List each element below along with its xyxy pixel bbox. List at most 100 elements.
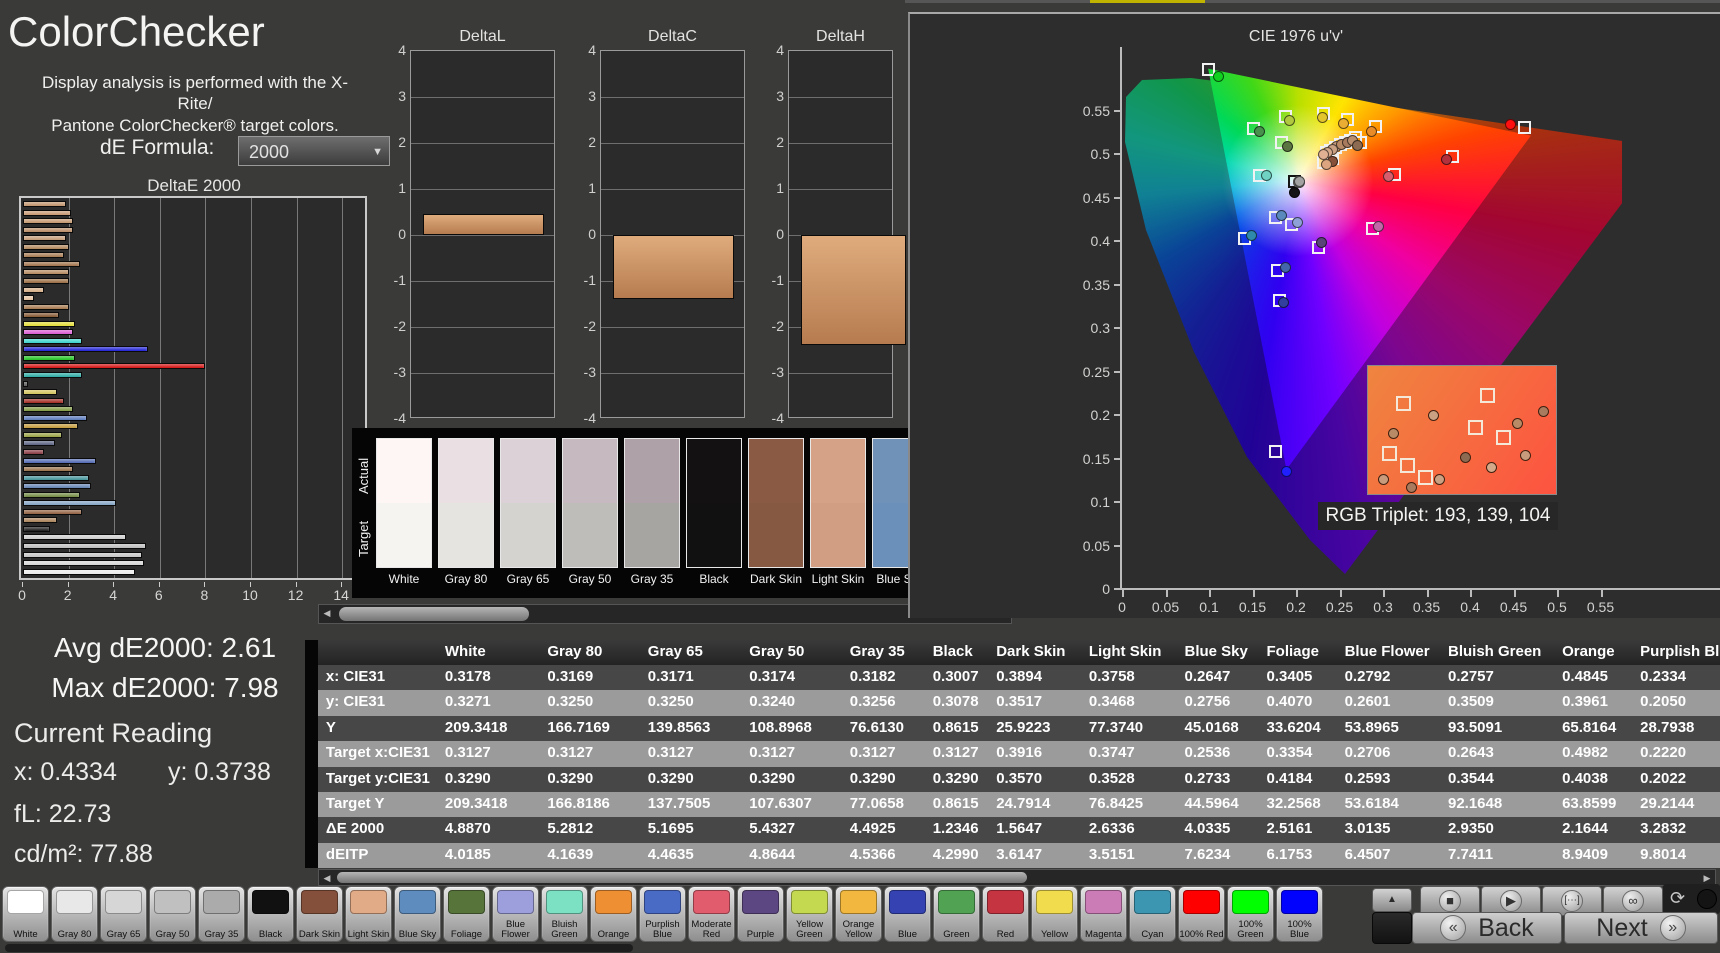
sensor-status-icon[interactable]: [1697, 889, 1717, 909]
palette-patch-100--blue[interactable]: 100% Blue: [1276, 886, 1323, 942]
table-row: ΔE 2000 4.8870 5.2812 5.1695 5.4327 4.4925 1.2…: [305, 817, 1720, 843]
y-tick-label: -1: [583, 272, 596, 288]
stop-icon: ■: [1439, 890, 1461, 912]
palette-patch-blue-flower[interactable]: Blue Flower: [492, 886, 539, 942]
delta-chart: [600, 50, 745, 418]
fl-readout: fL: 22.73: [14, 800, 112, 828]
palette-patch-purple[interactable]: Purple: [737, 886, 784, 942]
palette-patch-blue-sky[interactable]: Blue Sky: [394, 886, 441, 942]
palette-patch-100--red[interactable]: 100% Red: [1178, 886, 1225, 942]
palette-patch-black[interactable]: Black: [247, 886, 294, 942]
delta-chart-title: DeltaL: [459, 28, 506, 45]
actual-swatch: [687, 439, 741, 503]
palette-patch-yellow[interactable]: Yellow: [1031, 886, 1078, 942]
patch-color-swatch: [56, 890, 93, 914]
patch-label: Magenta: [1085, 929, 1122, 941]
table-cell: 0.3509: [1447, 693, 1494, 711]
palette-patch-100--green[interactable]: 100% Green: [1227, 886, 1274, 942]
palette-patch-foliage[interactable]: Foliage: [443, 886, 490, 942]
palette-patch-dark-skin[interactable]: Dark Skin: [296, 886, 343, 942]
x-tick-label: 4: [109, 587, 118, 603]
next-button[interactable]: Next »: [1564, 912, 1718, 944]
palette-patch-red[interactable]: Red: [982, 886, 1029, 942]
inset-target-square: [1480, 388, 1495, 403]
y-tick-label: 0.15: [1082, 450, 1110, 467]
scroll-left-icon[interactable]: ◀: [319, 870, 335, 885]
x-tick-label: 12: [287, 587, 304, 603]
table-cell: 3.2832: [1640, 820, 1687, 838]
table-cell: 0.2643: [1447, 744, 1494, 762]
palette-patch-yellow-green[interactable]: Yellow Green: [786, 886, 833, 942]
cie-diagram-title: CIE 1976 u'v': [1248, 28, 1344, 45]
table-scrollbar-thumb[interactable]: [337, 872, 1027, 883]
deltae-bar: [23, 508, 83, 515]
patch-label: Red: [996, 929, 1015, 941]
table-cell: 166.7169: [547, 718, 610, 736]
deltae-bar: [23, 483, 92, 490]
y-tick-label: 0.55: [1082, 102, 1110, 119]
patch-color-swatch: [791, 890, 828, 914]
palette-patch-white[interactable]: White: [2, 886, 49, 942]
palette-patch-gray-65[interactable]: Gray 65: [100, 886, 147, 942]
y-tick: [1114, 501, 1121, 503]
rgb-triplet-readout: RGB Triplet: 193, 139, 104: [1318, 502, 1558, 530]
y-tick-label: -1: [771, 272, 784, 288]
deltae-bar: [23, 534, 126, 541]
column-header: Black: [932, 643, 973, 660]
palette-patch-purplish-blue[interactable]: Purplish Blue: [639, 886, 686, 942]
palette-patch-gray-50[interactable]: Gray 50: [149, 886, 196, 942]
palette-patch-green[interactable]: Green: [933, 886, 980, 942]
palette-patch-magenta[interactable]: Magenta: [1080, 886, 1127, 942]
palette-patch-orange-yellow[interactable]: Orange Yellow: [835, 886, 882, 942]
palette-patch-blue[interactable]: Blue: [884, 886, 931, 942]
palette-patch-bluish-green[interactable]: Bluish Green: [541, 886, 588, 942]
patch-color-swatch: [840, 890, 877, 914]
scroll-left-icon[interactable]: ◀: [319, 605, 335, 623]
current-patch-preview: [1372, 912, 1412, 944]
palette-patch-light-skin[interactable]: Light Skin: [345, 886, 392, 942]
y-tick-label: 0: [1102, 581, 1110, 597]
table-cell: 4.8870: [444, 820, 491, 838]
swatch-scrollbar-thumb[interactable]: [339, 607, 529, 621]
table-cell: 0.4845: [1562, 668, 1608, 685]
target-square-100--blue: [1268, 444, 1282, 458]
inset-target-square: [1496, 430, 1511, 445]
table-cell: 4.1639: [547, 845, 594, 863]
palette-patch-cyan[interactable]: Cyan: [1129, 886, 1176, 942]
delta-chart-title: DeltaH: [816, 28, 865, 45]
palette-patch-orange[interactable]: Orange: [590, 886, 637, 942]
table-cell: 93.5091: [1447, 718, 1503, 736]
table-scrollbar[interactable]: ◀ ▶: [318, 869, 1716, 886]
column-header: Gray 50: [749, 643, 805, 660]
palette-patch-moderate-red[interactable]: Moderate Red: [688, 886, 735, 942]
y-tick-label: 1: [588, 180, 596, 196]
measured-dot-red: [1440, 154, 1452, 166]
y-tick-label: 0: [398, 226, 406, 242]
patch-color-swatch: [448, 890, 485, 914]
row-gutter: [305, 715, 318, 742]
patch-up-button[interactable]: ▲: [1372, 888, 1412, 912]
table-cell: 0.2647: [1184, 668, 1231, 685]
palette-patch-gray-80[interactable]: Gray 80: [51, 886, 98, 942]
gridline: [601, 327, 744, 328]
patch-color-swatch: [693, 890, 730, 914]
back-button-label: Back: [1478, 913, 1534, 942]
scroll-right-icon[interactable]: ▶: [1699, 870, 1715, 885]
table-cell: 0.3127: [849, 744, 896, 762]
patch-color-swatch: [1183, 890, 1220, 914]
de-formula-dropdown[interactable]: 2000 ▼: [238, 136, 390, 166]
palette-scrollbar-thumb[interactable]: [5, 944, 633, 952]
measured-dot-blue: [1277, 296, 1289, 308]
patch-label: Dark Skin: [298, 929, 341, 941]
x-tick-label: 0.5: [1547, 599, 1567, 615]
patch-label: Yellow Green: [795, 919, 824, 941]
table-cell: 9.8014: [1640, 845, 1687, 863]
patch-label: 100% Blue: [1287, 919, 1312, 941]
row-label: Target y:CIE31: [325, 769, 430, 787]
back-button[interactable]: « Back: [1412, 912, 1562, 944]
refresh-icon[interactable]: ⟳: [1670, 888, 1685, 909]
measured-dot-magenta: [1372, 220, 1384, 232]
gridline: [411, 189, 554, 190]
palette-patch-gray-35[interactable]: Gray 35: [198, 886, 245, 942]
deltae-bar: [23, 474, 90, 481]
